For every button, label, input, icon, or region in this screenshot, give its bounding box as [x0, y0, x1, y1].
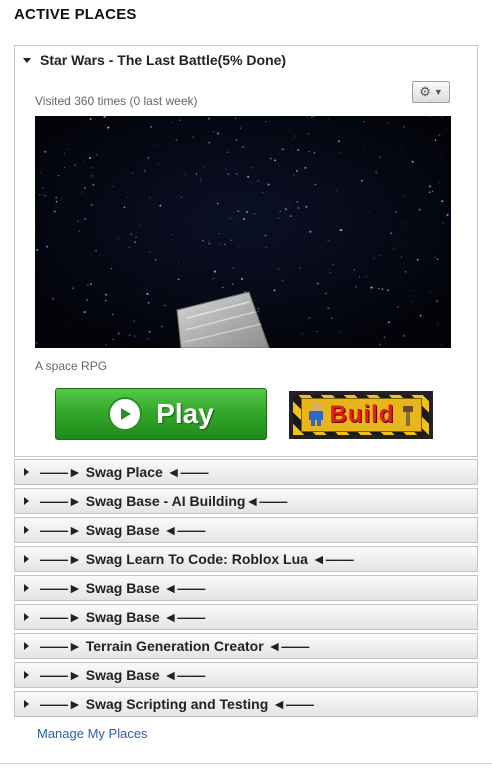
place-row-label: ——► Swag Base ◄—— — [40, 609, 206, 625]
place-row-label: ——► Swag Base ◄—— — [40, 522, 206, 538]
expand-arrow-icon[interactable] — [24, 526, 29, 534]
featured-place-title: Star Wars - The Last Battle(5% Done) — [40, 52, 287, 68]
play-button-label: Play — [156, 398, 214, 429]
places-list: ——► Swag Place ◄—— ——► Swag Base - AI Bu… — [14, 459, 478, 720]
play-icon — [108, 397, 143, 431]
expand-arrow-icon[interactable] — [24, 584, 29, 592]
place-row-label: ——► Swag Base - AI Building◄—— — [40, 493, 288, 509]
starfield-image — [35, 116, 451, 348]
expand-arrow-icon[interactable] — [24, 497, 29, 505]
expand-arrow-icon[interactable] — [24, 642, 29, 650]
expand-arrow-icon[interactable] — [24, 468, 29, 476]
place-row[interactable]: ——► Swag Learn To Code: Roblox Lua ◄—— — [14, 546, 478, 572]
settings-dropdown-button[interactable]: ⚙ ▼ — [412, 81, 450, 103]
build-button[interactable]: Build — [289, 391, 433, 439]
expand-arrow-icon[interactable] — [24, 700, 29, 708]
place-row[interactable]: ——► Swag Base ◄—— — [14, 604, 478, 630]
place-row[interactable]: ——► Terrain Generation Creator ◄—— — [14, 633, 478, 659]
caret-down-icon: ▼ — [433, 87, 443, 97]
place-row-label: ——► Swag Learn To Code: Roblox Lua ◄—— — [40, 551, 354, 567]
place-row-label: ——► Swag Base ◄—— — [40, 580, 206, 596]
hammer-icon — [402, 406, 413, 426]
place-row[interactable]: ——► Swag Base ◄—— — [14, 662, 478, 688]
place-row[interactable]: ——► Swag Base - AI Building◄—— — [14, 488, 478, 514]
featured-place-panel: Star Wars - The Last Battle(5% Done) Vis… — [14, 45, 478, 457]
place-row-label: ——► Terrain Generation Creator ◄—— — [40, 638, 310, 654]
place-row-label: ——► Swag Base ◄—— — [40, 667, 206, 683]
place-row-label: ——► Swag Place ◄—— — [40, 464, 209, 480]
place-row[interactable]: ——► Swag Base ◄—— — [14, 517, 478, 543]
visit-count: Visited 360 times (0 last week) — [35, 94, 198, 108]
place-description: A space RPG — [35, 359, 108, 373]
play-button[interactable]: Play — [55, 388, 267, 440]
character-icon — [308, 404, 323, 426]
expand-arrow-icon[interactable] — [24, 613, 29, 621]
bottom-divider — [0, 763, 492, 764]
collapse-arrow-icon[interactable] — [23, 57, 31, 63]
place-thumbnail[interactable] — [35, 116, 451, 348]
featured-place-header[interactable]: Star Wars - The Last Battle(5% Done) — [23, 52, 286, 68]
place-row[interactable]: ——► Swag Base ◄—— — [14, 575, 478, 601]
build-button-label: Build — [329, 401, 395, 428]
place-row[interactable]: ——► Swag Scripting and Testing ◄—— — [14, 691, 478, 717]
place-row-label: ——► Swag Scripting and Testing ◄—— — [40, 696, 315, 712]
expand-arrow-icon[interactable] — [24, 555, 29, 563]
gear-icon: ⚙ — [419, 84, 431, 99]
manage-places-link[interactable]: Manage My Places — [37, 726, 148, 741]
place-row[interactable]: ——► Swag Place ◄—— — [14, 459, 478, 485]
expand-arrow-icon[interactable] — [24, 671, 29, 679]
section-title: ACTIVE PLACES — [14, 6, 137, 23]
